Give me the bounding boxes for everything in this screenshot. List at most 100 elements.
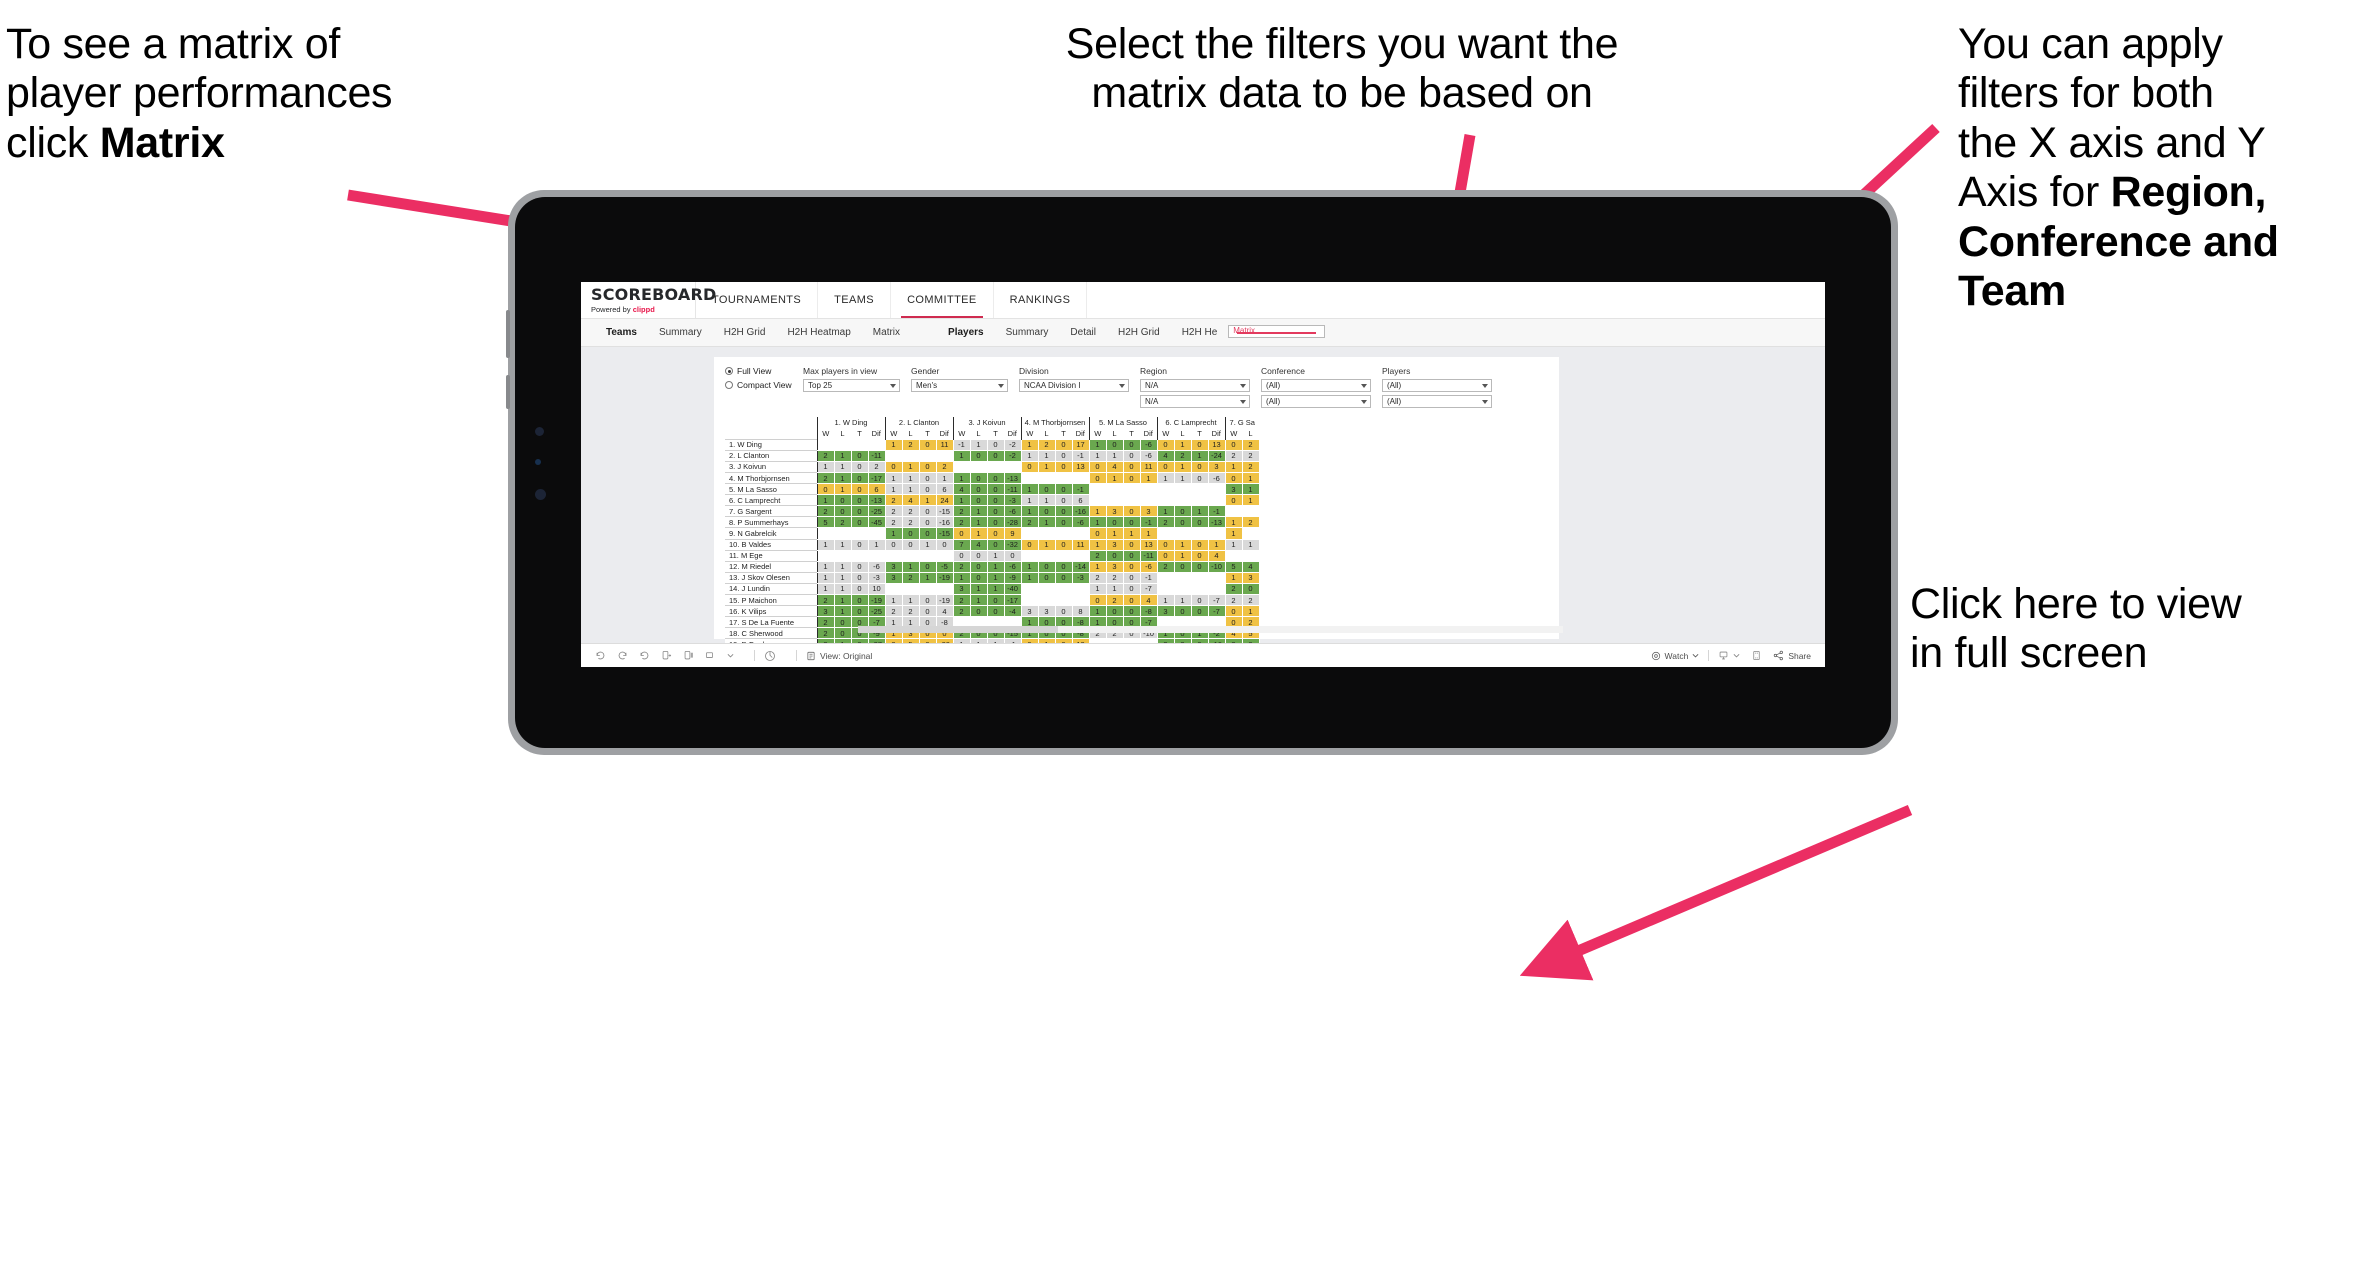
matrix-cell[interactable]: 1 [816,571,835,584]
matrix-cell[interactable]: 1 [833,582,852,596]
matrix-cell[interactable]: 9 [1003,527,1022,540]
matrix-cell[interactable] [1054,527,1073,540]
matrix-cell[interactable]: 1 [918,538,937,551]
matrix-cell[interactable]: 2 [1241,438,1260,451]
scrollbar-thumb[interactable] [858,626,1058,633]
matrix-cell[interactable]: -15 [935,505,954,518]
matrix-cell[interactable]: 0 [1037,505,1056,518]
matrix-cell[interactable]: 1 [816,460,835,473]
matrix-cell[interactable]: -6 [1139,560,1158,573]
matrix-cell[interactable]: 0 [986,538,1005,551]
matrix-column-header[interactable]: 5. M La Sasso [1088,417,1157,429]
matrix-cell[interactable]: 0 [1190,438,1209,451]
matrix-cell[interactable]: 2 [1037,438,1056,451]
matrix-cell[interactable]: 1 [833,460,852,473]
matrix-cell[interactable] [1207,527,1226,540]
matrix-cell[interactable]: -17 [867,471,886,485]
filter-select-players-x[interactable]: (All) [1382,379,1492,392]
matrix-row-label[interactable]: 13. J Skov Olesen [725,571,817,584]
matrix-cell[interactable]: 2 [1241,516,1260,529]
matrix-row-label[interactable]: 14. J Lundin [725,582,817,595]
matrix-cell[interactable]: 4 [901,494,920,507]
matrix-cell[interactable] [901,582,920,596]
matrix-cell[interactable]: 0 [1224,494,1243,507]
matrix-cell[interactable]: 2 [952,560,971,573]
matrix-cell[interactable]: 2 [952,505,971,518]
matrix-cell[interactable] [884,549,903,562]
matrix-row-label[interactable]: 9. N Gabrelcik [725,527,817,540]
matrix-cell[interactable]: -7 [1139,582,1158,596]
subnav-teams-matrix[interactable]: Matrix [862,319,911,347]
matrix-cell[interactable]: -9 [1003,571,1022,584]
matrix-cell[interactable]: -1 [1071,449,1090,462]
matrix-cell[interactable]: 1 [884,471,903,485]
filter-select-region-y[interactable]: N/A [1140,395,1250,408]
matrix-cell[interactable]: 0 [918,471,937,485]
matrix-cell[interactable]: 1 [1088,438,1107,451]
matrix-cell[interactable]: 0 [1190,593,1209,607]
matrix-cell[interactable]: 1 [1088,605,1107,618]
matrix-cell[interactable]: 1 [952,449,971,462]
matrix-cell[interactable]: 0 [1054,494,1073,507]
matrix-cell[interactable]: 7 [952,538,971,551]
matrix-cell[interactable]: 0 [850,593,869,607]
matrix-cell[interactable]: 0 [1156,460,1175,473]
matrix-row-label[interactable]: 5. M La Sasso [725,483,817,495]
matrix-cell[interactable]: 0 [901,527,920,540]
matrix-cell[interactable]: 0 [986,449,1005,462]
matrix-cell[interactable]: 1 [1088,516,1107,529]
subnav-teams-summary[interactable]: Summary [648,319,713,347]
matrix-cell[interactable] [1173,483,1192,496]
matrix-cell[interactable]: 0 [969,571,988,584]
matrix-cell[interactable] [816,549,835,562]
matrix-cell[interactable]: 2 [935,460,954,473]
matrix-cell[interactable]: 2 [884,516,903,529]
matrix-cell[interactable]: 1 [816,560,835,573]
matrix-cell[interactable]: 1 [901,460,920,473]
matrix-cell[interactable] [1156,483,1175,496]
matrix-cell[interactable] [1071,593,1090,607]
matrix-cell[interactable] [1037,582,1056,596]
matrix-cell[interactable] [1190,527,1209,540]
matrix-cell[interactable]: 0 [1088,460,1107,473]
matrix-cell[interactable] [935,549,954,562]
matrix-cell[interactable]: 1 [1156,505,1175,518]
matrix-cell[interactable]: -3 [867,571,886,584]
matrix-cell[interactable]: 1 [986,582,1005,596]
matrix-cell[interactable]: 0 [833,494,852,507]
matrix-cell[interactable]: 2 [816,505,835,518]
matrix-cell[interactable]: 0 [1122,449,1141,462]
matrix-cell[interactable] [1105,483,1124,496]
matrix-cell[interactable]: 1 [918,494,937,507]
view-original-button[interactable]: View: Original [806,651,872,661]
matrix-cell[interactable]: 0 [850,494,869,507]
redo-icon[interactable] [617,650,628,661]
radio-compact-view[interactable]: Compact View [725,380,803,390]
matrix-cell[interactable]: -6 [1003,505,1022,518]
matrix-cell[interactable] [952,460,971,473]
matrix-cell[interactable]: 0 [1224,438,1243,451]
matrix-cell[interactable] [1054,582,1073,596]
matrix-cell[interactable]: 1 [901,593,920,607]
matrix-cell[interactable]: 1 [935,471,954,485]
matrix-cell[interactable]: 3 [1224,483,1243,496]
matrix-cell[interactable]: 1 [833,449,852,462]
matrix-cell[interactable]: 1 [1241,605,1260,618]
matrix-cell[interactable]: -40 [1003,582,1022,596]
subnav-players-summary[interactable]: Summary [995,319,1060,347]
matrix-cell[interactable]: -11 [1139,549,1158,562]
matrix-cell[interactable]: 1 [969,516,988,529]
matrix-cell[interactable]: 1 [833,571,852,584]
matrix-column-header[interactable]: 6. C Lamprecht [1156,417,1225,429]
matrix-cell[interactable]: 1 [918,571,937,584]
matrix-cell[interactable]: 0 [1224,605,1243,618]
matrix-cell[interactable]: 1 [1241,538,1260,551]
matrix-cell[interactable]: 13 [1071,460,1090,473]
matrix-cell[interactable]: 0 [833,616,852,629]
matrix-row-label[interactable]: 6. C Lamprecht [725,494,817,506]
matrix-cell[interactable]: 2 [1088,571,1107,584]
matrix-cell[interactable]: 2 [1224,582,1243,596]
matrix-cell[interactable] [1190,483,1209,496]
matrix-cell[interactable]: 13 [1139,538,1158,551]
matrix-cell[interactable]: 0 [952,527,971,540]
